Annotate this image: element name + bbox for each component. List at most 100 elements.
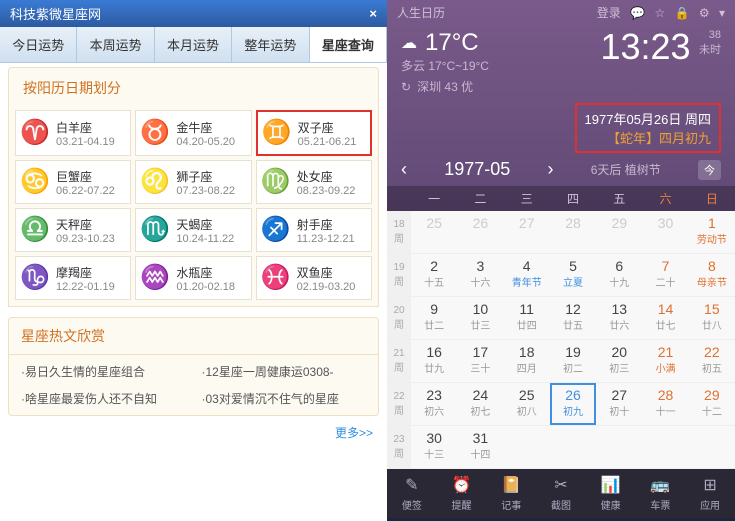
calendar-cell[interactable]: 16廿九 [411, 340, 457, 382]
calendar-cell[interactable]: 5立夏 [550, 254, 596, 296]
zodiac-摩羯座[interactable]: ♑摩羯座12.22-01.19 [15, 256, 131, 300]
zodiac-双鱼座[interactable]: ♓双鱼座02.19-03.20 [256, 256, 372, 300]
calendar-cell[interactable]: 29十二 [689, 383, 735, 425]
bottom-车票[interactable]: 🚌车票 [650, 475, 670, 512]
calendar-cell[interactable]: 26 [457, 211, 503, 253]
calendar-cell[interactable]: 23初六 [411, 383, 457, 425]
weekday-header: 四 [550, 190, 596, 207]
settings-icon[interactable]: ⚙ [699, 6, 710, 20]
zodiac-白羊座[interactable]: ♈白羊座03.21-04.19 [15, 110, 131, 156]
calendar-cell[interactable]: 25 [411, 211, 457, 253]
prev-month-button[interactable]: ‹ [401, 159, 407, 180]
zodiac-处女座[interactable]: ♍处女座08.23-09.22 [256, 160, 372, 204]
lock-icon[interactable]: 🔒 [675, 6, 690, 20]
zodiac-glyph-icon: ♋ [20, 167, 50, 197]
zodiac-glyph-icon: ♐ [261, 215, 291, 245]
健康-icon: 📊 [601, 475, 621, 495]
calendar-cell[interactable]: 1劳动节 [689, 211, 735, 253]
week-number: 23周 [387, 426, 411, 468]
zodiac-glyph-icon: ♏ [140, 215, 170, 245]
tab-4[interactable]: 星座查询 [310, 27, 387, 62]
calendar-cell[interactable]: 14廿七 [642, 297, 688, 339]
zodiac-巨蟹座[interactable]: ♋巨蟹座06.22-07.22 [15, 160, 131, 204]
upcoming-event: 6天后 植树节 [591, 161, 661, 178]
zodiac-双子座[interactable]: ♊双子座05.21-06.21 [256, 110, 372, 156]
tab-2[interactable]: 本月运势 [155, 27, 232, 62]
refresh-icon[interactable]: ↻ [401, 80, 411, 94]
bottom-便签[interactable]: ✎便签 [402, 475, 422, 512]
calendar-cell[interactable]: 15廿八 [689, 297, 735, 339]
weekday-header: 日 [689, 190, 735, 207]
zodiac-水瓶座[interactable]: ♒水瓶座01.20-02.18 [135, 256, 251, 300]
calendar-cell[interactable]: 21小满 [642, 340, 688, 382]
bottom-健康[interactable]: 📊健康 [601, 475, 621, 512]
calendar-cell[interactable]: 3十六 [457, 254, 503, 296]
tab-0[interactable]: 今日运势 [0, 27, 77, 62]
chat-icon[interactable]: 💬 [630, 6, 645, 20]
zodiac-glyph-icon: ♑ [20, 263, 50, 293]
login-link[interactable]: 登录 [597, 6, 621, 20]
calendar-cell[interactable]: 12廿五 [550, 297, 596, 339]
hot-item[interactable]: ·啥星座最爱伤人还不自知 [21, 390, 186, 407]
tab-1[interactable]: 本周运势 [77, 27, 154, 62]
calendar-cell[interactable]: 13廿六 [596, 297, 642, 339]
calendar-cell[interactable]: 31十四 [457, 426, 503, 468]
calendar-cell[interactable]: 30十三 [411, 426, 457, 468]
calendar-cell[interactable]: 24初七 [457, 383, 503, 425]
calendar-cell[interactable]: 8母亲节 [689, 254, 735, 296]
calendar-cell[interactable]: 28 [550, 211, 596, 253]
calendar-cell[interactable]: 19初二 [550, 340, 596, 382]
calendar-cell[interactable]: 17三十 [457, 340, 503, 382]
location-text[interactable]: 深圳 43 优 [417, 78, 473, 95]
hot-item[interactable]: ·12星座一周健康运0308- [202, 363, 367, 380]
zodiac-glyph-icon: ♎ [20, 215, 50, 245]
calendar-cell [504, 426, 550, 468]
calendar-cell[interactable]: 18四月 [504, 340, 550, 382]
zodiac-天蝎座[interactable]: ♏天蝎座10.24-11.22 [135, 208, 251, 252]
calendar-cell[interactable]: 27 [504, 211, 550, 253]
bottom-记事[interactable]: 📔记事 [501, 475, 521, 512]
star-icon[interactable]: ☆ [654, 6, 665, 20]
time-side: 38 未时 [699, 29, 721, 57]
calendar-weekday-header: 一二三四五六日 [387, 186, 735, 211]
zodiac-金牛座[interactable]: ♉金牛座04.20-05.20 [135, 110, 251, 156]
calendar-cell[interactable]: 25初八 [504, 383, 550, 425]
zodiac-header: 科技紫微星座网 × [0, 0, 387, 27]
calendar-cell[interactable]: 11廿四 [504, 297, 550, 339]
calendar-cell[interactable]: 9廿二 [411, 297, 457, 339]
bottom-提醒[interactable]: ⏰提醒 [452, 475, 472, 512]
calendar-cell[interactable]: 4青年节 [504, 254, 550, 296]
week-number: 20周 [387, 297, 411, 339]
close-icon[interactable]: × [369, 6, 377, 21]
weekday-header: 三 [504, 190, 550, 207]
calendar-cell[interactable]: 22初五 [689, 340, 735, 382]
next-month-button[interactable]: › [548, 159, 554, 180]
today-button[interactable]: 今 [698, 160, 721, 180]
temperature: 17°C [425, 29, 479, 57]
zodiac-狮子座[interactable]: ♌狮子座07.23-08.22 [135, 160, 251, 204]
zodiac-射手座[interactable]: ♐射手座11.23-12.21 [256, 208, 372, 252]
more-link[interactable]: 更多>> [0, 416, 387, 449]
bottom-应用[interactable]: ⊞应用 [700, 475, 720, 512]
calendar-cell[interactable]: 10廿三 [457, 297, 503, 339]
bottom-截图[interactable]: ✂截图 [551, 475, 571, 512]
calendar-cell[interactable]: 20初三 [596, 340, 642, 382]
calendar-cell[interactable]: 29 [596, 211, 642, 253]
zodiac-天秤座[interactable]: ♎天秤座09.23-10.23 [15, 208, 131, 252]
hot-item[interactable]: ·易日久生情的星座组合 [21, 363, 186, 380]
calendar-cell [596, 426, 642, 468]
menu-icon[interactable]: ▾ [719, 6, 725, 20]
calendar-cell[interactable]: 30 [642, 211, 688, 253]
calendar-cell[interactable]: 2十五 [411, 254, 457, 296]
weekday-header: 一 [411, 190, 457, 207]
date-line1: 1977年05月26日 周四 [585, 109, 711, 128]
hot-item[interactable]: ·03对爱情沉不住气的星座 [202, 390, 367, 407]
month-label[interactable]: 1977-05 [444, 159, 510, 180]
calendar-cell[interactable]: 27初十 [596, 383, 642, 425]
calendar-cell[interactable]: 26初九 [550, 383, 596, 425]
calendar-cell[interactable]: 28十一 [642, 383, 688, 425]
date-line2: 【蛇年】四月初九 [585, 128, 711, 147]
calendar-cell[interactable]: 7二十 [642, 254, 688, 296]
tab-3[interactable]: 整年运势 [232, 27, 309, 62]
calendar-cell[interactable]: 6十九 [596, 254, 642, 296]
